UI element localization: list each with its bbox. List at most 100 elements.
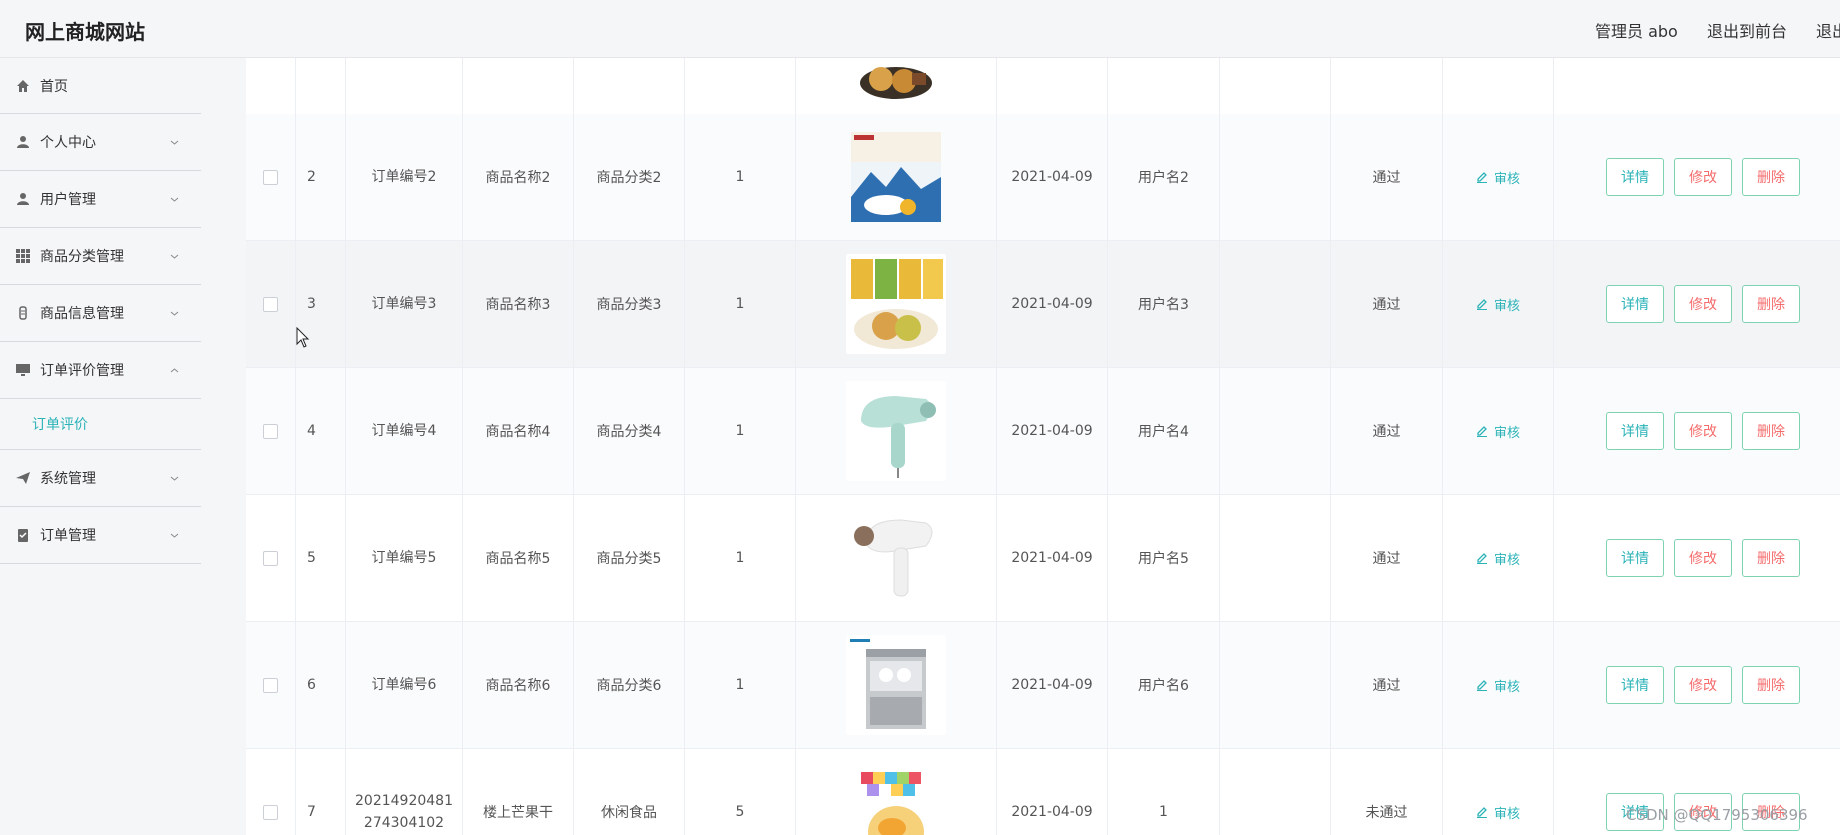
table-row: 2 订单编号2 商品名称2 商品分类2 1 2021-04-09 用户名2 通过… (246, 114, 1840, 241)
edit-button[interactable]: 修改 (1674, 412, 1732, 450)
order-date: 2021-04-09 (997, 749, 1108, 835)
chevron-down-icon (170, 254, 179, 259)
product-image-dishwasher (846, 635, 946, 735)
sidebar-item-home[interactable]: 首页 (0, 58, 201, 114)
row-index: 5 (296, 495, 346, 621)
sidebar-item-label: 订单管理 (40, 528, 96, 544)
review-button[interactable]: 审核 (1476, 549, 1520, 568)
quantity: 1 (685, 495, 796, 621)
product-name: 商品名称4 (463, 368, 574, 494)
row-checkbox[interactable] (263, 550, 278, 566)
row-index: 2 (296, 114, 346, 240)
quantity: 5 (685, 749, 796, 835)
admin-user: 管理员 abo (1595, 22, 1678, 41)
table-row: 3 订单编号3 商品名称3 商品分类3 1 2021-04-09 用户名3 通过… (246, 241, 1840, 368)
chevron-down-icon (170, 311, 179, 316)
order-date: 2021-04-09 (997, 495, 1108, 621)
product-image-mango-bag (846, 762, 946, 835)
row-checkbox[interactable] (263, 296, 278, 312)
edit-pen-icon (1476, 172, 1487, 183)
quantity: 1 (685, 114, 796, 240)
product-image-snack-box (851, 132, 941, 222)
delete-button[interactable]: 删除 (1742, 412, 1800, 450)
chevron-down-icon (170, 197, 179, 202)
mouse-cursor-icon (296, 327, 310, 348)
row-index: 4 (296, 368, 346, 494)
review-button[interactable]: 审核 (1476, 676, 1520, 695)
detail-button[interactable]: 详情 (1606, 539, 1664, 577)
order-date: 2021-04-09 (997, 114, 1108, 240)
sidebar: 首页 个人中心 用户管理 商品分类管理 商品信息管理 订单评价管理 订单评价 系… (0, 58, 201, 835)
review-status: 通过 (1331, 495, 1443, 621)
detail-button[interactable]: 详情 (1606, 285, 1664, 323)
sidebar-item-label: 系统管理 (40, 471, 96, 487)
edit-pen-icon (1476, 807, 1487, 818)
sidebar-item-users[interactable]: 用户管理 (0, 171, 201, 228)
sidebar-item-order-review[interactable]: 订单评价管理 (0, 342, 201, 399)
sidebar-item-label: 个人中心 (40, 135, 96, 151)
watermark: CSDN @QQ1795306396 (1626, 806, 1808, 824)
sidebar-item-category[interactable]: 商品分类管理 (0, 228, 201, 285)
table-row: 6 订单编号6 商品名称6 商品分类6 1 2021-04-09 用户名6 通过… (246, 622, 1840, 749)
edit-button[interactable]: 修改 (1674, 285, 1732, 323)
sidebar-item-goods[interactable]: 商品信息管理 (0, 285, 201, 342)
order-date: 2021-04-09 (997, 368, 1108, 494)
username: 用户名6 (1108, 622, 1220, 748)
sidebar-subitem-order-review[interactable]: 订单评价 (0, 399, 201, 450)
order-number: 订单编号6 (346, 622, 463, 748)
sidebar-item-label: 商品分类管理 (40, 249, 124, 265)
sidebar-item-label: 订单评价管理 (40, 363, 124, 379)
chevron-down-icon (170, 476, 179, 481)
edit-button[interactable]: 修改 (1674, 539, 1732, 577)
username: 用户名4 (1108, 368, 1220, 494)
detail-button[interactable]: 详情 (1606, 158, 1664, 196)
row-checkbox[interactable] (263, 677, 278, 693)
order-date: 2021-04-09 (997, 622, 1108, 748)
review-button[interactable]: 审核 (1476, 422, 1520, 441)
review-button[interactable]: 审核 (1476, 295, 1520, 314)
edit-pen-icon (1476, 680, 1487, 691)
order-review-table: 2 订单编号2 商品名称2 商品分类2 1 2021-04-09 用户名2 通过… (246, 58, 1840, 835)
edit-button[interactable]: 修改 (1674, 158, 1732, 196)
quantity: 1 (685, 622, 796, 748)
product-name: 商品名称2 (463, 114, 574, 240)
delete-button[interactable]: 删除 (1742, 285, 1800, 323)
detail-button[interactable]: 详情 (1606, 666, 1664, 704)
user-icon (17, 193, 29, 205)
grid-icon (16, 249, 30, 263)
table-row: 7 20214920481 274304102 楼上芒果干 休闲食品 5 202… (246, 749, 1840, 835)
sidebar-subitem-label: 订单评价 (32, 417, 88, 433)
sidebar-item-personal[interactable]: 个人中心 (0, 114, 201, 171)
send-icon (16, 472, 30, 484)
review-button[interactable]: 审核 (1476, 168, 1520, 187)
delete-button[interactable]: 删除 (1742, 158, 1800, 196)
product-image-pastry (846, 254, 946, 354)
sidebar-item-system[interactable]: 系统管理 (0, 450, 201, 507)
logout-link[interactable]: 退出 (1816, 22, 1840, 41)
edit-pen-icon (1476, 553, 1487, 564)
table-row: 5 订单编号5 商品名称5 商品分类5 1 2021-04-09 用户名5 通过… (246, 495, 1840, 622)
row-checkbox[interactable] (263, 423, 278, 439)
user-icon (17, 136, 29, 148)
edit-button[interactable]: 修改 (1674, 666, 1732, 704)
delete-button[interactable]: 删除 (1742, 666, 1800, 704)
order-number: 订单编号2 (346, 114, 463, 240)
row-checkbox[interactable] (263, 804, 278, 820)
detail-button[interactable]: 详情 (1606, 412, 1664, 450)
product-name: 商品名称6 (463, 622, 574, 748)
sidebar-item-label: 首页 (40, 78, 68, 95)
review-button[interactable]: 审核 (1476, 803, 1520, 822)
review-status: 通过 (1331, 368, 1443, 494)
row-checkbox[interactable] (263, 169, 278, 185)
delete-button[interactable]: 删除 (1742, 539, 1800, 577)
back-to-front-link[interactable]: 退出到前台 (1707, 22, 1787, 41)
order-date: 2021-04-09 (997, 241, 1108, 367)
review-status: 通过 (1331, 622, 1443, 748)
top-header: 网上商城网站 管理员 abo 退出到前台 退出 (0, 0, 1840, 58)
quantity: 1 (685, 368, 796, 494)
goods-icon (19, 306, 27, 320)
site-title: 网上商城网站 (25, 20, 145, 44)
order-number: 订单编号4 (346, 368, 463, 494)
sidebar-item-orders[interactable]: 订单管理 (0, 507, 201, 564)
product-image-pastry (846, 58, 946, 101)
